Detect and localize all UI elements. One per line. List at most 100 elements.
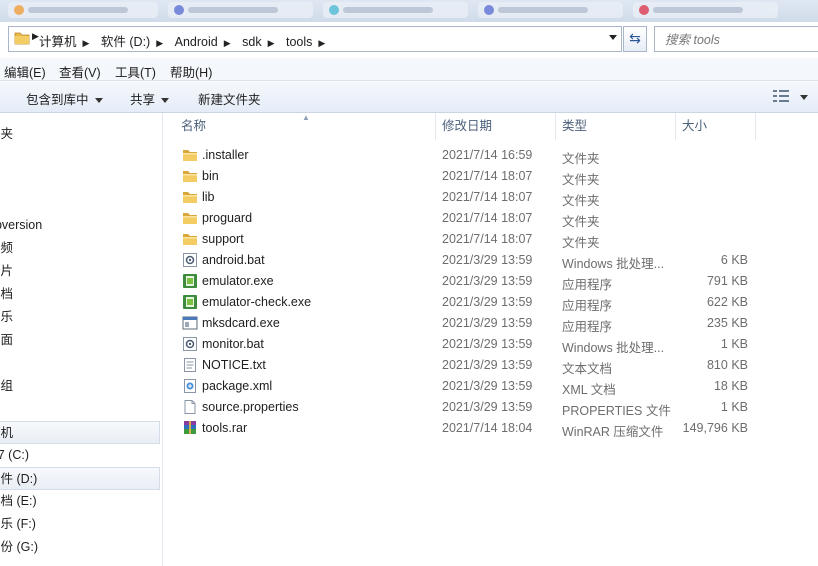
breadcrumb-computer[interactable]: 计算机 <box>39 31 77 50</box>
file-type: 文件夹 <box>562 215 600 229</box>
file-date: 2021/7/14 18:07 <box>442 211 533 225</box>
file-name: bin <box>202 169 219 183</box>
app-exe-icon <box>182 316 198 330</box>
nav-item-drive-f[interactable]: 娱乐 (F:) <box>0 513 160 535</box>
breadcrumb-sdk[interactable]: sdk <box>242 35 261 49</box>
file-row[interactable]: support 2021/7/14 18:07 文件夹 <box>163 229 818 250</box>
file-date: 2021/3/29 13:59 <box>442 379 533 393</box>
file-size: 1 KB <box>720 400 748 414</box>
breadcrumb-arrow[interactable]: ▶ <box>224 38 231 49</box>
breadcrumb-drive-d[interactable]: 软件 (D:) <box>101 31 150 50</box>
breadcrumb-arrow[interactable]: ▶ <box>318 38 325 49</box>
file-date: 2021/3/29 13:59 <box>442 295 533 309</box>
file-type: XML 文档 <box>562 383 616 397</box>
file-row[interactable]: monitor.bat 2021/3/29 13:59 Windows 批处理...… <box>163 334 818 355</box>
nav-item-git[interactable]: it <box>0 191 160 213</box>
search-input[interactable] <box>663 29 817 51</box>
file-type: PROPERTIES 文件 <box>562 404 671 418</box>
nav-item-drive-d[interactable]: 文件 (D:) <box>0 467 160 490</box>
file-row[interactable]: proguard 2021/7/14 18:07 文件夹 <box>163 208 818 229</box>
file-row[interactable]: .installer 2021/7/14 16:59 文件夹 <box>163 145 818 166</box>
column-divider[interactable] <box>755 113 756 140</box>
menu-edit[interactable]: 编辑(E) <box>4 62 46 81</box>
command-bar: 包含到库中 共享 新建文件夹 <box>0 81 818 113</box>
nav-item-desktop[interactable]: 桌面 <box>0 329 160 351</box>
address-history-dropdown-icon[interactable] <box>609 35 617 40</box>
share-button[interactable]: 共享 <box>130 89 170 108</box>
address-bar[interactable]: ▶ 计算机 ▶ 软件 (D:) ▶ Android ▶ sdk ▶ tools ▶ <box>8 26 622 52</box>
file-type: Windows 批处理... <box>562 257 665 271</box>
breadcrumb-android[interactable]: Android <box>175 35 218 49</box>
menu-view[interactable]: 查看(V) <box>59 62 101 81</box>
emulator-exe-icon <box>183 274 197 288</box>
file-row[interactable]: mksdcard.exe 2021/3/29 13:59 应用程序 235 KB <box>163 313 818 334</box>
file-type: WinRAR 压缩文件 <box>562 425 664 439</box>
column-header-type[interactable]: 类型 <box>562 113 587 140</box>
new-folder-button[interactable]: 新建文件夹 <box>198 89 261 108</box>
file-row[interactable]: emulator.exe 2021/3/29 13:59 应用程序 791 KB <box>163 271 818 292</box>
file-date: 2021/3/29 13:59 <box>442 400 533 414</box>
file-size: 18 KB <box>713 379 748 393</box>
nav-item-favorites[interactable]: 藏夹 <box>0 123 160 145</box>
view-options-dropdown-icon[interactable] <box>800 95 808 100</box>
menu-bar: 编辑(E) 查看(V) 工具(T) 帮助(H) <box>0 58 818 81</box>
file-date: 2021/3/29 13:59 <box>442 253 533 267</box>
nav-item-documents[interactable]: 文档 <box>0 283 160 305</box>
column-divider[interactable] <box>675 113 676 140</box>
rar-archive-icon <box>184 421 196 434</box>
file-row[interactable]: tools.rar 2021/7/14 18:04 WinRAR 压缩文件 149,7… <box>163 418 818 439</box>
nav-item-computer[interactable]: 算机 <box>0 421 160 444</box>
file-date: 2021/3/29 13:59 <box>442 274 533 288</box>
breadcrumb-tools[interactable]: tools <box>286 35 312 49</box>
background-tab <box>168 2 313 18</box>
include-in-library-button[interactable]: 包含到库中 <box>26 89 103 108</box>
file-name: monitor.bat <box>202 337 264 351</box>
file-row[interactable]: package.xml 2021/3/29 13:59 XML 文档 18 KB <box>163 376 818 397</box>
file-row[interactable]: source.properties 2021/3/29 13:59 PROPERTI… <box>163 397 818 418</box>
nav-item-pictures[interactable]: 图片 <box>0 260 160 282</box>
breadcrumb-arrow[interactable]: ▶ <box>268 38 275 49</box>
nav-item-drive-c[interactable]: in7 (C:) <box>0 444 160 466</box>
file-name: proguard <box>202 211 253 225</box>
column-divider[interactable] <box>435 113 436 140</box>
breadcrumb-root-arrow[interactable]: ▶ <box>32 31 39 42</box>
blank-file-icon <box>184 400 196 414</box>
breadcrumb: 计算机 ▶ 软件 (D:) ▶ Android ▶ sdk ▶ tools ▶ <box>39 31 333 50</box>
column-header-date[interactable]: 修改日期 <box>442 113 492 140</box>
view-details-icon[interactable] <box>773 90 789 102</box>
share-label: 共享 <box>130 93 156 107</box>
column-divider[interactable] <box>555 113 556 140</box>
refresh-icon: ⇆ <box>629 30 641 46</box>
search-box[interactable] <box>654 26 818 52</box>
file-name: emulator.exe <box>202 274 274 288</box>
nav-item-videos[interactable]: 视频 <box>0 237 160 259</box>
file-date: 2021/7/14 18:07 <box>442 190 533 204</box>
file-row[interactable]: emulator-check.exe 2021/3/29 13:59 应用程序 622… <box>163 292 818 313</box>
column-header-size[interactable]: 大小 <box>682 113 707 140</box>
folder-icon <box>183 192 197 203</box>
file-row[interactable]: bin 2021/7/14 18:07 文件夹 <box>163 166 818 187</box>
nav-item-drive-g[interactable]: 备份 (G:) <box>0 536 160 558</box>
breadcrumb-arrow[interactable]: ▶ <box>156 38 163 49</box>
menu-help[interactable]: 帮助(H) <box>170 62 212 81</box>
file-size: 6 KB <box>720 253 748 267</box>
file-name: support <box>202 232 244 246</box>
file-type: 文本文档 <box>562 362 613 376</box>
file-row[interactable]: lib 2021/7/14 18:07 文件夹 <box>163 187 818 208</box>
file-name: package.xml <box>202 379 273 393</box>
nav-item-drive-e[interactable]: 文档 (E:) <box>0 490 160 512</box>
file-date: 2021/7/14 18:07 <box>442 169 533 183</box>
file-row[interactable]: NOTICE.txt 2021/3/29 13:59 文本文档 810 KB <box>163 355 818 376</box>
file-size: 149,796 KB <box>682 421 748 435</box>
chevron-down-icon <box>161 98 170 104</box>
file-date: 2021/7/14 18:07 <box>442 232 533 246</box>
menu-tools[interactable]: 工具(T) <box>115 62 156 81</box>
nav-item-music[interactable]: 音乐 <box>0 306 160 328</box>
column-header-name[interactable]: 名称 <box>181 113 206 140</box>
nav-item-homegroup[interactable]: 库组 <box>0 375 160 397</box>
file-row[interactable]: android.bat 2021/3/29 13:59 Windows 批处理...… <box>163 250 818 271</box>
file-name: tools.rar <box>202 421 248 435</box>
breadcrumb-arrow[interactable]: ▶ <box>83 38 90 49</box>
nav-item-subversion[interactable]: ubversion <box>0 214 160 236</box>
refresh-button[interactable]: ⇆ <box>623 26 647 52</box>
